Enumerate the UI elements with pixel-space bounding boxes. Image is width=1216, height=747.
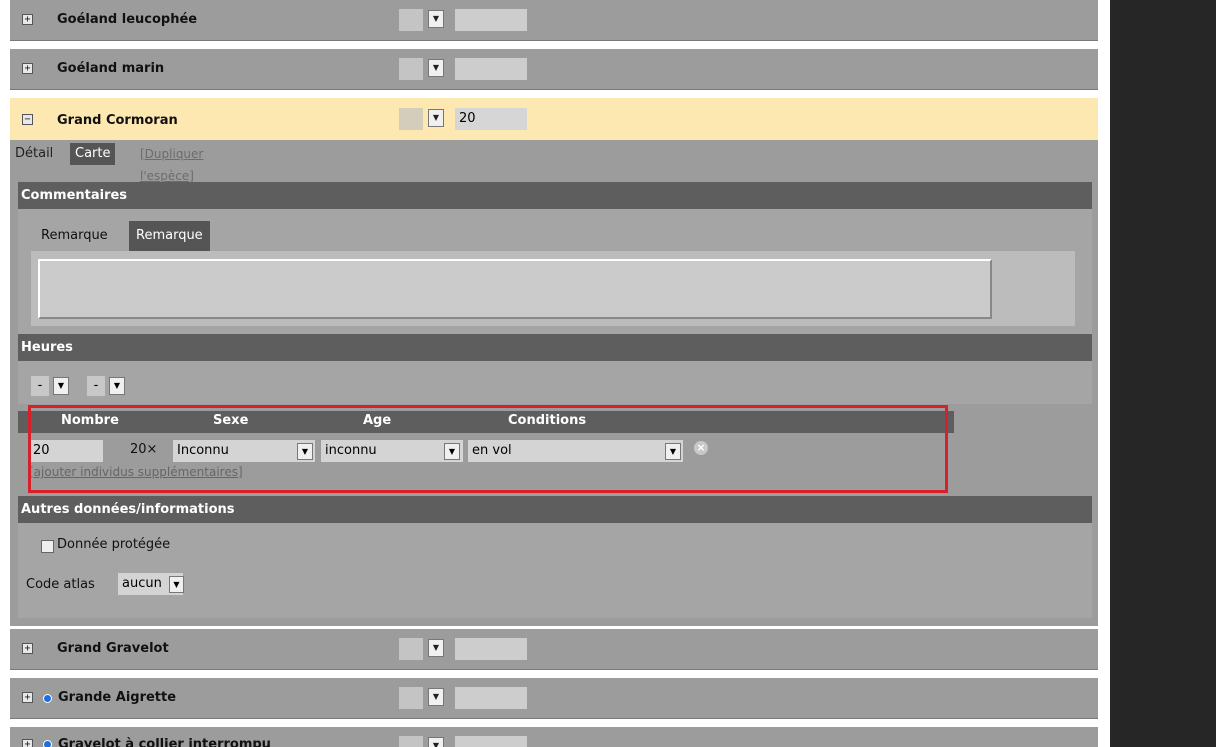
expand-icon[interactable]: + [22, 692, 33, 703]
other-data-header: Autres données/informations [18, 496, 1092, 523]
count-grid-row: 20 20× Inconnu ▼ inconnu ▼ en vol ▼ × [a… [18, 433, 1092, 490]
add-individuals-link[interactable]: [ajouter individus supplémentaires] [29, 465, 243, 479]
col-sexe: Sexe [213, 413, 249, 428]
dropdown-arrow-icon[interactable]: ▼ [297, 443, 313, 460]
right-dark-panel [1110, 0, 1216, 747]
expand-icon[interactable]: + [22, 63, 33, 74]
end-hour-value: - [87, 376, 105, 396]
species-select[interactable] [399, 58, 423, 80]
collapse-icon[interactable]: − [22, 114, 33, 125]
count-input[interactable] [455, 687, 527, 709]
dropdown-arrow-icon[interactable]: ▼ [109, 377, 125, 395]
status-dot-icon [43, 694, 52, 703]
comments-header: Commentaires [18, 182, 1092, 209]
species-name: Grand Cormoran [57, 113, 178, 128]
species-select[interactable] [399, 736, 423, 747]
dropdown-arrow-icon[interactable]: ▼ [428, 59, 444, 77]
nombre-input[interactable]: 20 [30, 440, 103, 462]
comments-section: Commentaires Remarque Remarque protégée [18, 182, 1092, 334]
count-input[interactable] [455, 736, 527, 747]
count-input[interactable] [455, 58, 527, 80]
comment-textarea[interactable] [38, 259, 992, 319]
species-select[interactable] [399, 638, 423, 660]
species-select[interactable] [399, 9, 423, 31]
dropdown-arrow-icon[interactable]: ▼ [428, 10, 444, 28]
expand-icon[interactable]: + [22, 739, 33, 747]
species-detail-panel: Détail Carte [Dupliquer l'espèce] Commen… [10, 140, 1098, 626]
species-row[interactable]: + Goéland marin ▼ [10, 49, 1098, 90]
protected-data-label: Donnée protégée [57, 537, 171, 552]
duplicate-species-link[interactable]: [Dupliquer l'espèce] [140, 143, 203, 183]
start-hour-value: - [31, 376, 49, 396]
species-name: Grande Aigrette [58, 690, 177, 705]
expand-icon[interactable]: + [22, 643, 33, 654]
other-data-section: Autres données/informations [18, 496, 1092, 618]
start-hour-select[interactable]: - ▼ [31, 376, 85, 396]
species-name: Goéland marin [57, 61, 165, 76]
status-dot-icon [43, 740, 52, 747]
species-select[interactable] [399, 687, 423, 709]
expand-icon[interactable]: + [22, 14, 33, 25]
species-name: Grand Gravelot [57, 641, 169, 656]
tab-carte[interactable]: Carte [70, 143, 116, 165]
hours-header: Heures [18, 334, 1092, 361]
tab-remarque[interactable]: Remarque [34, 221, 115, 251]
remove-row-icon[interactable]: × [694, 441, 708, 455]
atlas-code-value: aucun [122, 576, 162, 591]
species-select[interactable] [399, 108, 423, 130]
species-name: Gravelot à collier interrompu [58, 737, 271, 747]
species-name: Goéland leucophée [57, 12, 198, 27]
col-nombre: Nombre [61, 413, 119, 428]
dropdown-arrow-icon[interactable]: ▼ [428, 737, 444, 747]
multiplier-label: 20× [130, 442, 158, 457]
dropdown-arrow-icon[interactable]: ▼ [428, 688, 444, 706]
hours-section: Heures [18, 334, 1092, 404]
species-row[interactable]: + Goéland leucophée ▼ [10, 0, 1098, 41]
species-list: + Goéland leucophée ▼ + Goéland marin ▼ … [10, 0, 1110, 747]
species-row[interactable]: + Gravelot à collier interrompu ▼ [10, 727, 1098, 747]
col-conditions: Conditions [508, 413, 587, 428]
age-select[interactable]: inconnu ▼ [321, 440, 463, 462]
dropdown-arrow-icon[interactable]: ▼ [444, 443, 460, 460]
dropdown-arrow-icon[interactable]: ▼ [53, 377, 69, 395]
end-hour-select[interactable]: - ▼ [87, 376, 141, 396]
conditions-select[interactable]: en vol ▼ [468, 440, 683, 462]
dropdown-arrow-icon[interactable]: ▼ [169, 576, 184, 593]
sexe-select[interactable]: Inconnu ▼ [173, 440, 315, 462]
atlas-code-label: Code atlas [26, 577, 95, 592]
count-input[interactable] [455, 9, 527, 31]
conditions-value: en vol [472, 443, 512, 458]
count-grid-header: Nombre Sexe Age Conditions [18, 411, 954, 433]
atlas-code-select[interactable]: aucun ▼ [118, 573, 184, 595]
comment-area [31, 251, 1075, 326]
dropdown-arrow-icon[interactable]: ▼ [428, 109, 444, 127]
dropdown-arrow-icon[interactable]: ▼ [428, 639, 444, 657]
protected-data-checkbox[interactable] [41, 540, 54, 553]
sexe-value: Inconnu [177, 443, 229, 458]
tab-detail[interactable]: Détail [10, 143, 58, 165]
col-age: Age [363, 413, 392, 428]
dropdown-arrow-icon[interactable]: ▼ [665, 443, 681, 460]
species-row[interactable]: + Grande Aigrette ▼ [10, 678, 1098, 719]
count-input[interactable]: 20 [455, 108, 527, 130]
count-input[interactable] [455, 638, 527, 660]
species-row-expanded[interactable]: − Grand Cormoran ▼ 20 [10, 98, 1098, 140]
age-value: inconnu [325, 443, 377, 458]
tab-remarque-protegee[interactable]: Remarque protégée [129, 221, 210, 273]
species-row[interactable]: + Grand Gravelot ▼ [10, 629, 1098, 670]
